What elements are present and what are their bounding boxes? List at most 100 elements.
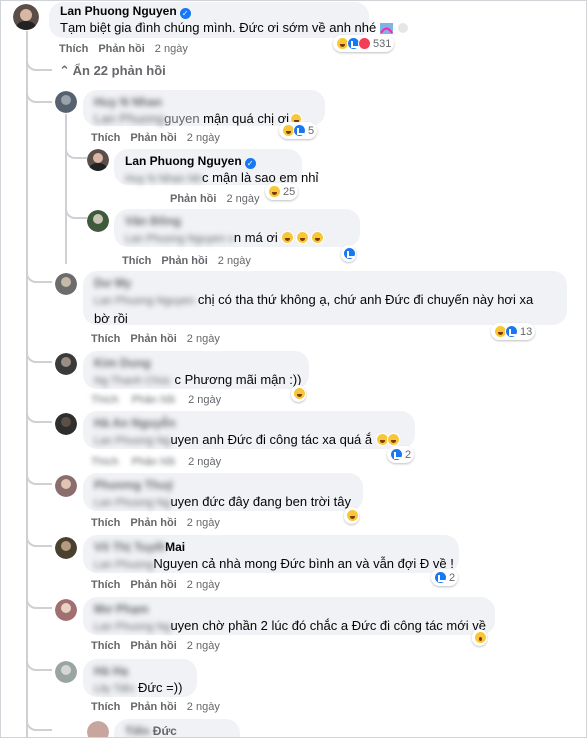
reply-action[interactable]: Phản hồi (161, 255, 207, 267)
reply-author[interactable]: Văn Đông (125, 214, 349, 229)
reply-action[interactable]: Phản hồi (130, 579, 176, 591)
reply-actions: Thích Phản hồi 2 ngày (91, 640, 230, 652)
like-action[interactable]: Thích (91, 579, 120, 591)
like-reaction-icon (390, 448, 403, 461)
reply-actions: Thích Phản hồi 2 ngày (91, 517, 230, 529)
reaction-summary[interactable]: 5 (279, 122, 318, 139)
reply-author[interactable]: Huy N Nhan (94, 95, 314, 110)
like-reaction-icon (293, 124, 306, 137)
timestamp[interactable]: 2 ngày (187, 132, 220, 144)
avatar[interactable] (55, 475, 77, 497)
reaction-summary[interactable]: 13 (491, 323, 536, 340)
timestamp[interactable]: 2 ngày (155, 43, 188, 55)
reply-action[interactable]: Phản hồi (130, 701, 176, 713)
reply-actions: Thích Phản hồi 2 ngày (91, 333, 230, 345)
reply-actions: Thích Phản hồi 2 ngày (91, 394, 231, 406)
haha-reaction-icon (346, 509, 359, 522)
avatar[interactable] (55, 413, 77, 435)
timestamp[interactable]: 2 ngày (218, 255, 251, 267)
reply-author[interactable]: Hà Hạ (94, 664, 186, 679)
reaction-summary[interactable] (472, 629, 487, 646)
thread-connector (26, 711, 52, 731)
like-action[interactable]: Thích (91, 517, 120, 529)
comment-text: Tạm biệt gia đình chúng mình. Đức ơi sớm… (60, 20, 377, 35)
comment-bubble: Lan Phuong Nguyen ✓ Tạm biệt gia đình chú… (49, 2, 408, 38)
reaction-summary[interactable] (341, 245, 356, 262)
hide-replies-link[interactable]: ⌃ Ẩn 22 phản hồi (59, 63, 166, 79)
like-action[interactable]: Thích (91, 333, 120, 345)
reaction-summary[interactable]: 25 (265, 183, 299, 200)
reply-actions: Thích Phản hồi 2 ngày (91, 579, 230, 591)
mention[interactable]: Lily Tiến (94, 681, 134, 698)
mention[interactable]: Ng Thanh Chúc (94, 373, 171, 390)
like-action[interactable]: Thích (91, 456, 119, 468)
reply-action[interactable]: Phản hồi (130, 333, 176, 345)
reaction-summary[interactable]: 2 (387, 446, 415, 463)
mention[interactable]: Lan Phuong (94, 557, 153, 574)
reaction-summary[interactable]: 2 (431, 569, 459, 586)
reply-action[interactable]: Phản hồi (130, 640, 176, 652)
avatar[interactable] (55, 599, 77, 621)
thread-line (65, 114, 67, 264)
timestamp[interactable]: 2 ngày (187, 701, 220, 713)
reply-action[interactable]: Phản hồi (132, 394, 175, 406)
timestamp[interactable]: 2 ngày (187, 517, 220, 529)
mention[interactable]: Lan Phuong Ng (94, 619, 170, 636)
avatar[interactable] (13, 4, 39, 30)
reply-author[interactable]: Lan Phuong Nguyen (125, 154, 242, 168)
reaction-summary[interactable] (291, 385, 306, 402)
avatar[interactable] (55, 353, 77, 375)
reply-author[interactable]: Hà An Nguyễn (94, 416, 404, 431)
avatar[interactable] (87, 149, 109, 171)
mention[interactable]: Lan Phuong Nguyen v (125, 231, 234, 248)
haha-reaction-icon (293, 387, 306, 400)
reply-text: cả nhà mong Đức bình an và vẫn đợi Đ về … (198, 556, 454, 571)
reply-action[interactable]: Phản hồi (130, 517, 176, 529)
reaction-count: 13 (520, 325, 533, 338)
avatar[interactable] (87, 210, 109, 232)
reply-bubble: Kim Dung Ng Thanh Chúc c Phương mãi mận … (83, 351, 309, 389)
mention[interactable]: Lan Phuong Nguyen (94, 293, 194, 310)
like-action[interactable]: Thích (59, 43, 88, 55)
like-reaction-icon (343, 247, 356, 260)
reply-action[interactable]: Phản hồi (170, 193, 216, 205)
timestamp[interactable]: 2 ngày (188, 394, 221, 406)
reply-author[interactable]: Kim Dung (94, 356, 298, 371)
reply-action[interactable]: Phản hồi (130, 132, 176, 144)
like-action[interactable]: Thích (91, 132, 120, 144)
reply-author[interactable]: Tiến (125, 724, 149, 737)
haha-emoji-icon (386, 433, 400, 446)
timestamp[interactable]: 2 ngày (226, 193, 259, 205)
reaction-summary[interactable]: 531 (333, 35, 395, 52)
avatar[interactable] (55, 661, 77, 683)
reply-actions: Thích Phản hồi 2 ngày (91, 456, 231, 468)
reply-actions: Thích Phản hồi 2 ngày (91, 132, 230, 144)
author-name[interactable]: Lan Phuong Nguyen (60, 4, 177, 18)
timestamp[interactable]: 2 ngày (187, 579, 220, 591)
thread-connector (26, 83, 52, 103)
avatar[interactable] (55, 537, 77, 559)
timestamp[interactable]: 2 ngày (187, 640, 220, 652)
avatar[interactable] (55, 273, 77, 295)
thread-connector (26, 51, 52, 71)
timestamp[interactable]: 2 ngày (187, 333, 220, 345)
reply-author[interactable]: Dư My (94, 276, 556, 291)
like-action[interactable]: Thích (122, 255, 151, 267)
reply-action[interactable]: Phản hồi (98, 43, 144, 55)
reply-author[interactable]: Phương Thuý (94, 478, 352, 493)
like-action[interactable]: Thích (91, 640, 120, 652)
mention[interactable]: Huy N Nhan Nh (125, 171, 202, 188)
reply-action[interactable]: Phản hồi (132, 456, 175, 468)
mention[interactable]: Lan Phuong Ng (94, 433, 170, 450)
reply-author[interactable]: Mơ Phạm (94, 602, 484, 617)
reaction-summary[interactable] (344, 507, 359, 524)
mention[interactable]: Lan Phuong Ng (94, 495, 170, 512)
thread-connector (26, 527, 52, 547)
avatar[interactable] (55, 91, 77, 113)
reply-author[interactable]: Võ Thị Tuyết (94, 540, 165, 555)
timestamp[interactable]: 2 ngày (188, 456, 221, 468)
like-action[interactable]: Thích (91, 701, 120, 713)
like-action[interactable]: Thích (91, 394, 119, 406)
avatar[interactable] (87, 721, 109, 737)
mention[interactable]: Lan Phuong (94, 110, 164, 127)
